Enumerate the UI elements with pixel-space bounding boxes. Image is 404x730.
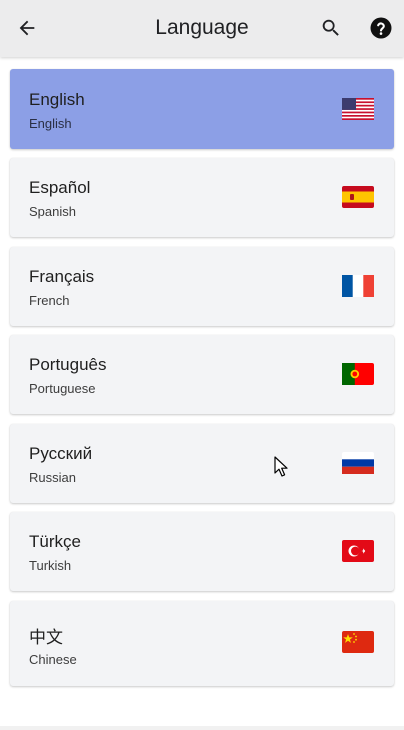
language-name: Türkçe xyxy=(29,532,81,551)
flag-es-icon xyxy=(342,186,374,208)
language-item-english[interactable]: English English xyxy=(10,69,394,149)
language-name: Русский xyxy=(29,444,93,463)
search-button[interactable] xyxy=(317,14,345,42)
language-subtitle: Chinese xyxy=(29,652,77,667)
language-name: 中文 xyxy=(29,628,63,647)
bottom-divider xyxy=(0,726,404,730)
flag-cn-icon xyxy=(342,631,374,653)
flag-fr-icon xyxy=(342,275,374,297)
language-name: Français xyxy=(29,267,95,286)
flag-pt-icon xyxy=(342,363,374,385)
language-subtitle: Turkish xyxy=(29,558,72,573)
language-subtitle: Spanish xyxy=(29,204,76,219)
language-name: Português xyxy=(29,355,107,374)
language-name: Español xyxy=(29,178,91,197)
language-item-turkish[interactable]: Türkçe Turkish xyxy=(10,512,394,591)
mouse-cursor-icon xyxy=(274,456,288,477)
language-item-chinese[interactable]: 中文 Chinese xyxy=(10,601,394,686)
language-subtitle: English xyxy=(29,116,72,131)
language-item-spanish[interactable]: Español Spanish xyxy=(10,158,394,237)
search-icon xyxy=(322,19,339,36)
language-subtitle: Russian xyxy=(29,470,76,485)
flag-tr-icon xyxy=(342,540,374,562)
language-name: English xyxy=(29,90,85,109)
flag-us-icon xyxy=(342,98,374,120)
language-subtitle: Portuguese xyxy=(29,381,96,396)
language-subtitle: French xyxy=(29,293,70,308)
flag-ru-icon xyxy=(342,452,374,474)
app-bar: Language xyxy=(0,0,404,57)
language-item-french[interactable]: Français French xyxy=(10,247,394,326)
language-item-portuguese[interactable]: Português Portuguese xyxy=(10,335,394,414)
language-item-russian[interactable]: Русский Russian xyxy=(10,424,394,503)
help-button[interactable] xyxy=(367,14,395,42)
help-circle-icon xyxy=(370,17,392,39)
